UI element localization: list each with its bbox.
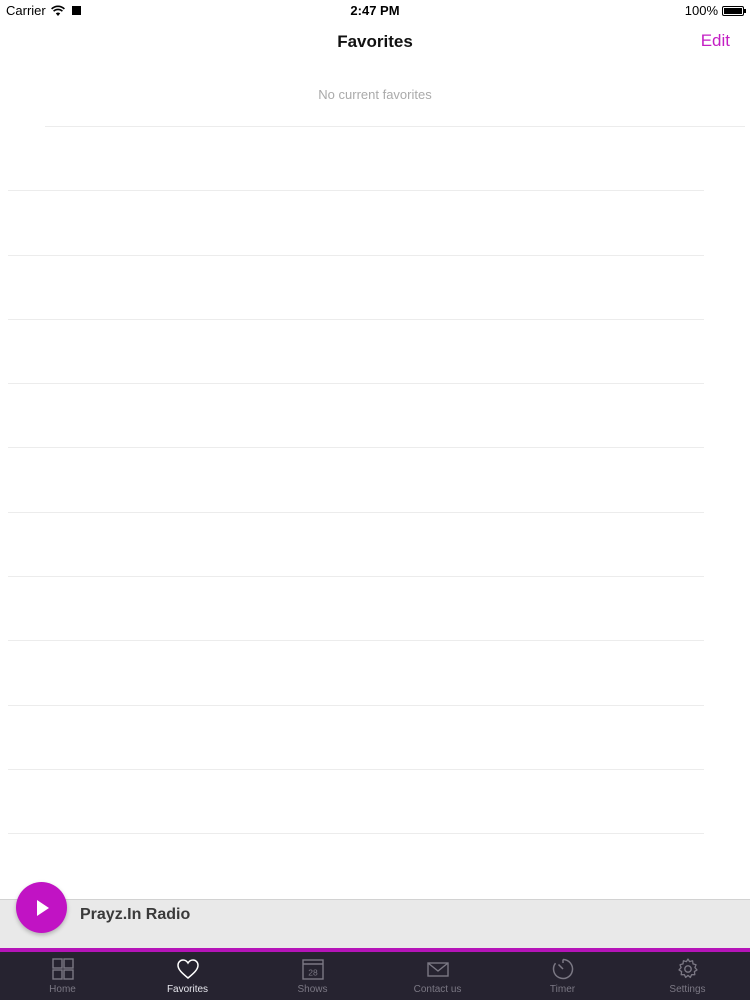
empty-row <box>8 706 704 770</box>
station-name: Prayz.In Radio <box>80 906 191 923</box>
tab-label: Timer <box>549 984 576 995</box>
navigation-bar: Favorites Edit <box>0 22 750 62</box>
page-title: Favorites <box>337 32 413 51</box>
favorites-list <box>8 127 704 835</box>
empty-row <box>8 191 704 256</box>
calendar-day-text: 28 <box>308 968 318 978</box>
calendar-icon: 28 <box>301 959 324 980</box>
tab-contact[interactable]: Contact us <box>375 952 500 1000</box>
tab-favorites[interactable]: Favorites <box>125 952 250 1000</box>
tab-label: Home <box>49 984 76 995</box>
empty-row <box>8 256 704 320</box>
tab-home[interactable]: Home <box>0 952 125 1000</box>
tab-settings[interactable]: Settings <box>625 952 750 1000</box>
play-icon <box>36 899 49 916</box>
edit-button[interactable]: Edit <box>701 31 730 51</box>
tab-shows[interactable]: 28 Shows <box>250 952 375 1000</box>
empty-row <box>8 320 704 385</box>
empty-favorites-message: No current favorites <box>318 87 432 102</box>
empty-row <box>8 384 704 449</box>
tab-bar: Home Favorites 28 Shows Contact us Timer <box>0 952 750 1000</box>
empty-row <box>8 448 704 513</box>
tab-label: Contact us <box>413 984 462 995</box>
battery-icon <box>722 5 746 16</box>
timer-icon <box>552 958 573 980</box>
tab-label: Favorites <box>166 984 209 995</box>
status-time: 2:47 PM <box>350 3 400 18</box>
battery-percent: 100% <box>684 3 718 18</box>
grid-icon <box>51 958 74 980</box>
status-bar: Carrier 2:47 PM 100% <box>0 0 750 22</box>
tab-timer[interactable]: Timer <box>500 952 625 1000</box>
gear-icon <box>677 958 698 979</box>
envelope-icon <box>426 962 449 977</box>
heart-icon <box>176 959 199 979</box>
play-button[interactable] <box>16 882 67 933</box>
tab-label: Settings <box>669 984 706 995</box>
empty-row <box>8 641 704 706</box>
empty-row <box>8 513 704 578</box>
empty-row <box>8 770 704 835</box>
tab-label: Shows <box>297 984 328 995</box>
empty-row <box>8 127 704 192</box>
status-right: 100% <box>684 3 746 18</box>
empty-row <box>8 577 704 642</box>
